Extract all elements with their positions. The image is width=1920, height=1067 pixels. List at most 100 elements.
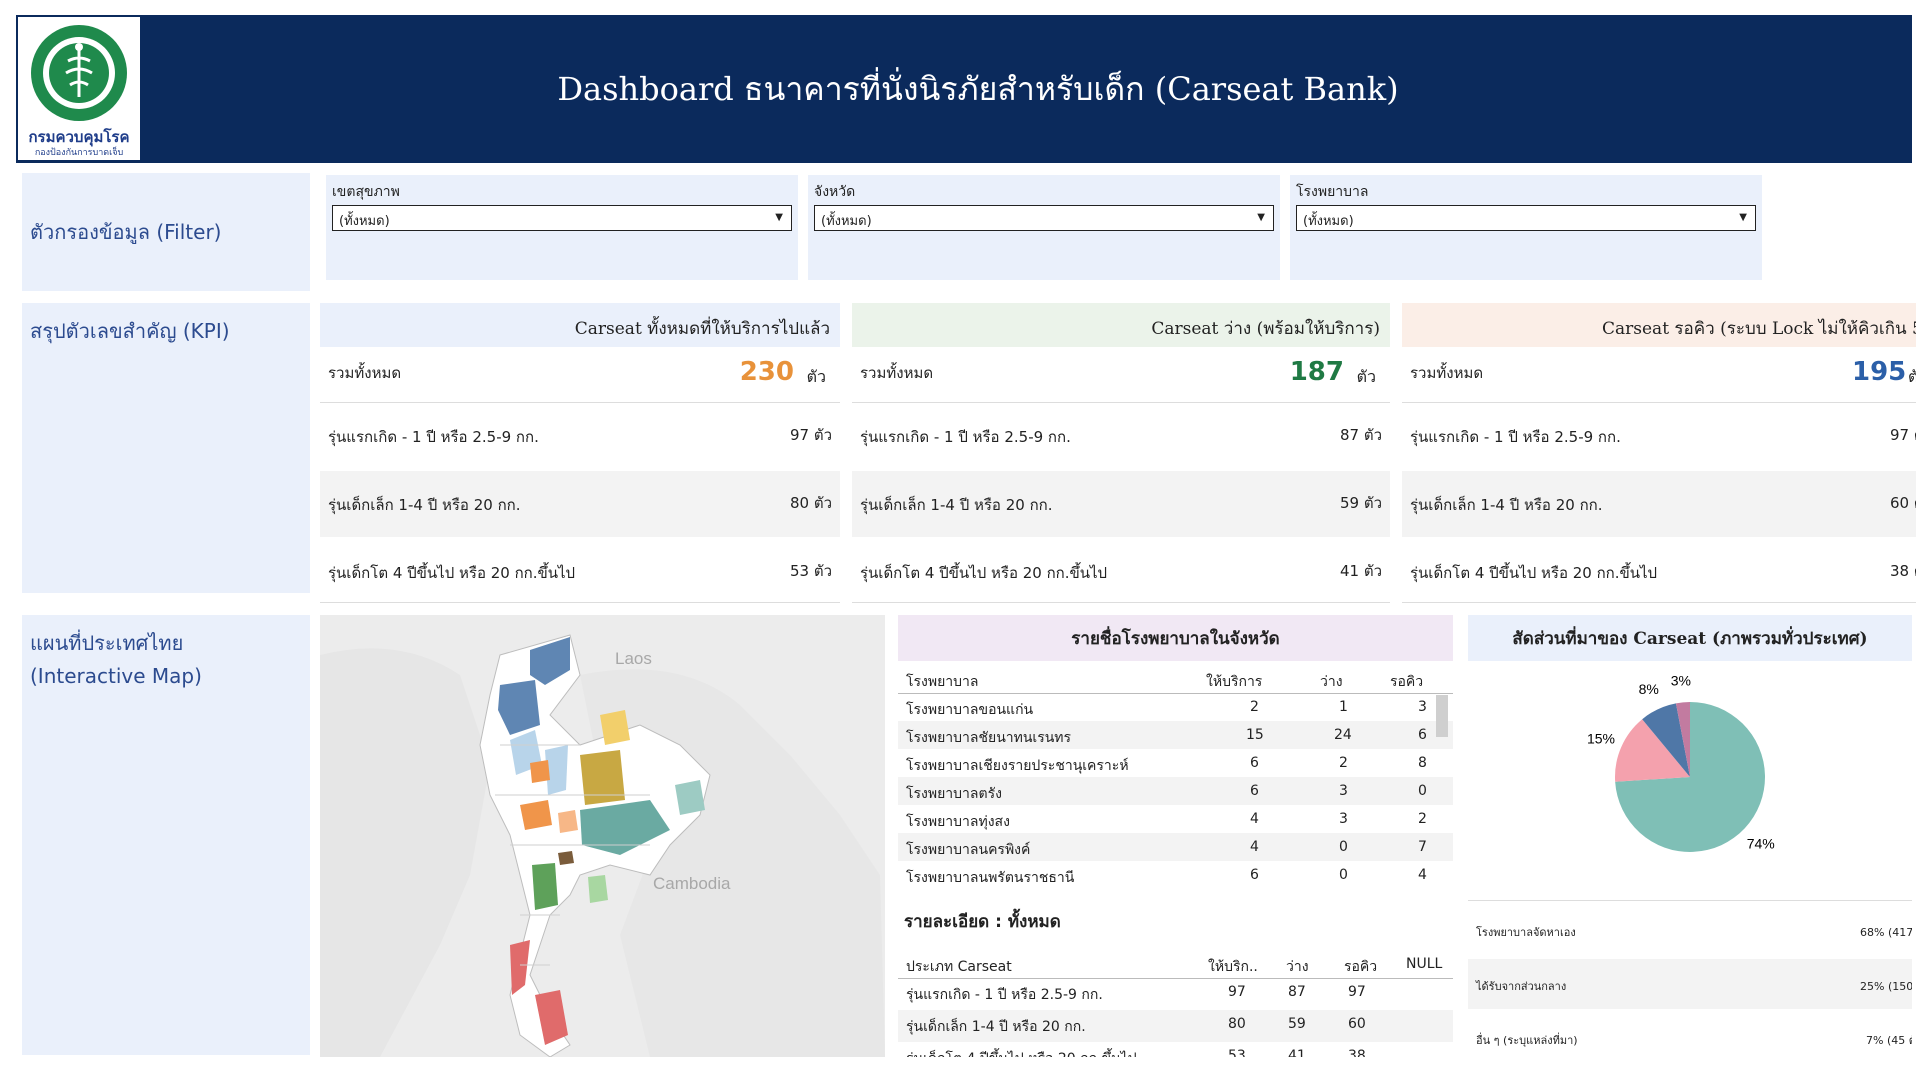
cell-hospital: โรงพยาบาลตรัง [906, 786, 1002, 802]
table-row[interactable]: โรงพยาบาลตรัง 6 3 0 [898, 777, 1453, 805]
source-pie-chart[interactable]: 74% 15% 8% 3% [1468, 665, 1912, 895]
kpi-row: รุ่นเด็กเล็ก 1-4 ปี หรือ 20 กก. 59 ตัว [852, 471, 1390, 537]
cell-queue: 38 [1348, 1048, 1366, 1057]
filter-label: จังหวัด [814, 184, 856, 200]
cell-type: รุ่นแรกเกิด - 1 ปี หรือ 2.5-9 กก. [906, 987, 1103, 1003]
kpi-row-label: รุ่นเด็กเล็ก 1-4 ปี หรือ 20 กก. [860, 496, 1053, 514]
thailand-interactive-map[interactable]: Laos Cambodia [320, 615, 885, 1057]
map-canvas: Laos Cambodia [320, 615, 885, 1057]
cell-available: 41 [1288, 1048, 1306, 1057]
kpi-row-label: รุ่นเด็กโต 4 ปีขึ้นไป หรือ 20 กก.ขึ้นไป [1410, 564, 1658, 582]
section-label-map: แผนที่ประเทศไทย (Interactive Map) [22, 615, 310, 1055]
column-header[interactable]: โรงพยาบาล [906, 671, 979, 693]
province-shape[interactable] [600, 710, 630, 745]
source-label: อื่น ๆ (ระบุแหล่งที่มา) [1476, 1034, 1578, 1047]
table-row[interactable]: รุ่นเด็กเล็ก 1-4 ปี หรือ 20 กก. 80 59 60 [898, 1010, 1453, 1042]
kpi-row-value: 53 ตัว [789, 562, 832, 580]
kpi-total-row: รวมทั้งหมด 230 ตัว [320, 347, 840, 403]
map-label-laos: Laos [615, 649, 652, 668]
filter-label: เขตสุขภาพ [332, 184, 400, 200]
filter-label: โรงพยาบาล [1296, 184, 1369, 200]
kpi-row-value: 38 ตัว [1890, 562, 1916, 580]
column-header[interactable]: ให้บริก.. [1208, 956, 1258, 978]
dropdown-caret-icon: ▼ [775, 212, 783, 223]
cell-served: 2 [1250, 699, 1259, 715]
cell-available: 3 [1339, 811, 1348, 827]
table-scrollbar[interactable] [1436, 695, 1448, 737]
province-shape[interactable] [532, 863, 558, 910]
province-shape[interactable] [580, 750, 625, 805]
province-shape[interactable] [520, 800, 552, 830]
column-header[interactable]: ให้บริการ [1206, 671, 1262, 693]
kpi-unit: ตัว [806, 367, 826, 386]
pie-chart-title: สัดส่วนที่มาของ Carseat (ภาพรวมทั่วประเท… [1468, 615, 1912, 661]
kpi-row-label: รุ่นแรกเกิด - 1 ปี หรือ 2.5-9 กก. [860, 428, 1071, 446]
column-header[interactable]: NULL [1406, 956, 1442, 972]
cell-queue: 6 [1418, 727, 1427, 743]
kpi-card-queue: Carseat รอคิว (ระบบ Lock ไม่ให้คิวเกิน 5… [1402, 303, 1916, 603]
kpi-row-value: 41 ตัว [1339, 562, 1382, 580]
kpi-total-row: รวมทั้งหมด 195 ตัว [1402, 347, 1916, 403]
select-value: (ทั้งหมด) [821, 214, 872, 229]
column-header[interactable]: รอคิว [1390, 671, 1423, 693]
cell-hospital: โรงพยาบาลนครพิงค์ [906, 842, 1031, 858]
kpi-row: รุ่นเด็กโต 4 ปีขึ้นไป หรือ 20 กก.ขึ้นไป … [1402, 539, 1916, 603]
province-shape[interactable] [675, 780, 705, 815]
source-row: อื่น ๆ (ระบุแหล่งที่มา) 7% (45 ตัว) [1468, 1013, 1912, 1061]
health-region-select[interactable]: (ทั้งหมด) ▼ [332, 205, 792, 231]
cell-served: 15 [1246, 727, 1264, 743]
kpi-row-value: 97 ตัว [1890, 426, 1916, 444]
cell-hospital: โรงพยาบาลขอนแก่น [906, 702, 1034, 718]
cell-hospital: โรงพยาบาลทุ่งสง [906, 814, 1010, 830]
pie-chart-canvas: 74% 15% 8% 3% [1587, 672, 1775, 852]
province-shape[interactable] [558, 810, 578, 833]
cell-hospital: โรงพยาบาลชัยนาทนเรนทร [906, 730, 1072, 746]
table-row[interactable]: โรงพยาบาลเชียงรายประชานุเคราะห์ 6 2 8 [898, 749, 1453, 777]
kpi-row: รุ่นแรกเกิด - 1 ปี หรือ 2.5-9 กก. 97 ตัว [1402, 403, 1916, 469]
column-header[interactable]: รอคิว [1344, 956, 1377, 978]
select-value: (ทั้งหมด) [339, 214, 390, 229]
kpi-total-row: รวมทั้งหมด 187 ตัว [852, 347, 1390, 403]
source-row: ได้รับจากส่วนกลาง 25% (150 ตัว) [1468, 959, 1912, 1009]
cell-queue: 2 [1418, 811, 1427, 827]
source-label: ได้รับจากส่วนกลาง [1476, 980, 1567, 993]
table-row[interactable]: รุ่นเด็กโต 4 ปีขึ้นไป หรือ 20 กก.ขึ้นไป … [898, 1042, 1453, 1057]
kpi-row-value: 59 ตัว [1339, 494, 1382, 512]
column-header[interactable]: ประเภท Carseat [906, 956, 1012, 978]
table-row[interactable]: โรงพยาบาลทุ่งสง 4 3 2 [898, 805, 1453, 833]
kpi-row: รุ่นเด็กโต 4 ปีขึ้นไป หรือ 20 กก.ขึ้นไป … [320, 539, 840, 603]
kpi-unit: ตัว [1356, 367, 1376, 386]
kpi-total-value: 230 [739, 357, 794, 387]
table-row[interactable]: โรงพยาบาลนพรัตนราชธานี 6 0 4 [898, 861, 1453, 889]
province-shape[interactable] [588, 875, 608, 903]
kpi-row-value: 87 ตัว [1339, 426, 1382, 444]
kpi-row-value: 60 ตัว [1890, 494, 1916, 512]
logo-text-sub: กองป้องกันการบาดเจ็บ [34, 148, 124, 158]
province-select[interactable]: (ทั้งหมด) ▼ [814, 205, 1274, 231]
table-row[interactable]: โรงพยาบาลชัยนาทนเรนทร 15 24 6 [898, 721, 1453, 749]
pie-slice-label: 8% [1639, 681, 1659, 697]
cell-hospital: โรงพยาบาลนพรัตนราชธานี [906, 870, 1075, 886]
cell-available: 24 [1334, 727, 1352, 743]
kpi-card-header: Carseat ว่าง (พร้อมให้บริการ) [852, 303, 1390, 347]
kpi-total-label: รวมทั้งหมด [1410, 364, 1484, 382]
cell-queue: 3 [1418, 699, 1427, 715]
source-value: 7% (45 ตัว) [1866, 1034, 1912, 1047]
province-shape[interactable] [558, 851, 574, 865]
table-row[interactable]: รุ่นแรกเกิด - 1 ปี หรือ 2.5-9 กก. 97 87 … [898, 978, 1453, 1010]
kpi-total-value: 195 [1852, 357, 1907, 387]
cell-available: 1 [1339, 699, 1348, 715]
column-header[interactable]: ว่าง [1320, 671, 1343, 693]
divider [1468, 900, 1912, 901]
kpi-row-label: รุ่นเด็กโต 4 ปีขึ้นไป หรือ 20 กก.ขึ้นไป [328, 564, 576, 582]
kpi-row-value: 97 ตัว [789, 426, 832, 444]
kpi-row: รุ่นแรกเกิด - 1 ปี หรือ 2.5-9 กก. 87 ตัว [852, 403, 1390, 469]
table-row[interactable]: โรงพยาบาลขอนแก่น 2 1 3 [898, 693, 1453, 721]
province-shape[interactable] [530, 760, 550, 783]
cell-served: 53 [1228, 1048, 1246, 1057]
hospital-select[interactable]: (ทั้งหมด) ▼ [1296, 205, 1756, 231]
column-header[interactable]: ว่าง [1286, 956, 1309, 978]
table-row[interactable]: โรงพยาบาลนครพิงค์ 4 0 7 [898, 833, 1453, 861]
cell-queue: 97 [1348, 984, 1366, 1000]
kpi-card-total-served: Carseat ทั้งหมดที่ให้บริการไปแล้ว รวมทั้… [320, 303, 840, 603]
